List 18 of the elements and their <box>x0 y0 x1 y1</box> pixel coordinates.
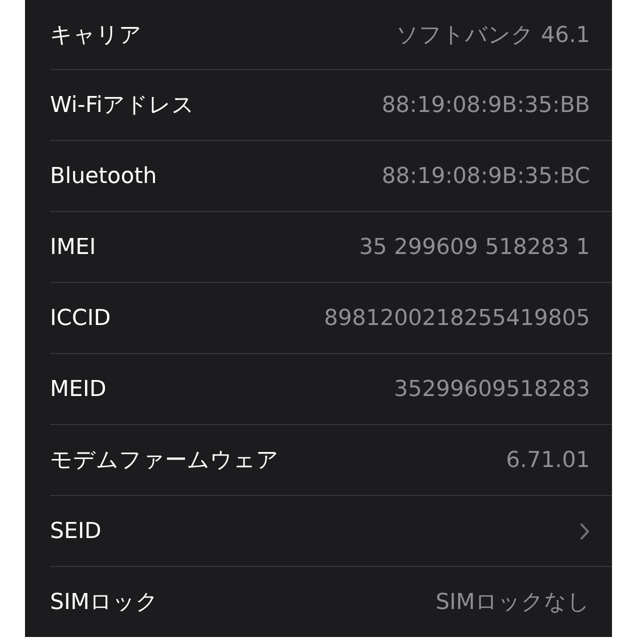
row-label: SIMロック <box>50 589 158 617</box>
row-label: Wi-Fiアドレス <box>50 92 194 120</box>
row-value: ソフトバンク 46.1 <box>396 22 590 50</box>
row-value: 88:19:08:9B:35:BB <box>382 92 590 118</box>
row-value: 6.71.01 <box>506 448 590 472</box>
row-value: SIMロックなし <box>436 589 590 617</box>
row-value: 35299609518283 <box>394 376 590 402</box>
row-label: モデムファームウェア <box>50 447 279 475</box>
row-label: SEID <box>50 518 102 544</box>
row-label: ICCID <box>50 306 111 330</box>
row-value: 35 299609 518283 1 <box>359 234 590 260</box>
chevron-icon[interactable] <box>580 522 590 540</box>
row-value: 88:19:08:9B:35:BC <box>382 164 590 188</box>
row-value: 8981200218255419805 <box>324 306 590 330</box>
row-label: Bluetooth <box>50 164 157 188</box>
row-label: IMEI <box>50 234 96 260</box>
row-label: キャリア <box>50 22 142 50</box>
row-label: MEID <box>50 376 106 402</box>
